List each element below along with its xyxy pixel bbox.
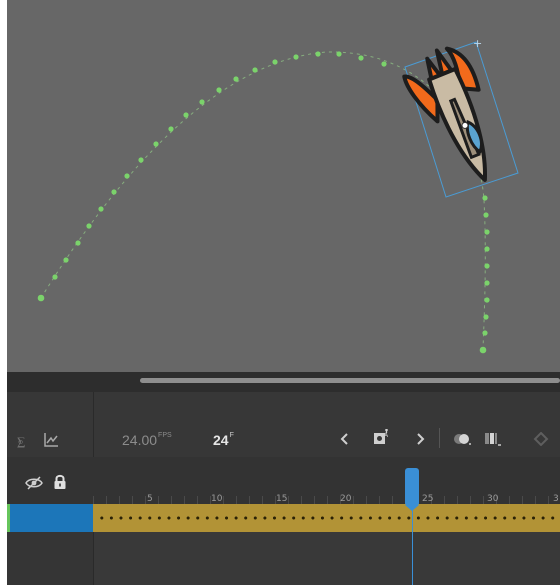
ruler-label-25: 25 — [422, 494, 434, 504]
chevron-right-icon[interactable] — [415, 432, 425, 446]
timeline-panel: ⨊ 24.00FPS 24F A 5 10 15 20 25 30 3 — [7, 392, 560, 585]
keyframe-diamond-icon[interactable] — [533, 432, 549, 446]
edit-multiple-frames-icon[interactable] — [483, 431, 503, 447]
svg-text:+: + — [473, 37, 482, 50]
ruler-label-20: 20 — [340, 494, 352, 504]
current-frame-readout[interactable]: 24F — [213, 432, 234, 448]
stage-artwork: + — [37, 37, 519, 354]
current-frame-value: 24 — [213, 432, 229, 448]
ruler-label-30: 30 — [487, 494, 499, 504]
frame-unit: F — [229, 432, 234, 439]
ruler-label-15: 15 — [276, 494, 288, 504]
fps-readout[interactable]: 24.00FPS — [122, 432, 172, 448]
layer-row-selected[interactable] — [7, 504, 93, 532]
onion-skin-icon[interactable] — [453, 432, 473, 446]
chevron-left-icon[interactable] — [340, 432, 350, 446]
ruler-label-35: 3 — [553, 494, 559, 504]
timeline-toolbar: ⨊ 24.00FPS 24F A — [7, 392, 560, 457]
insert-keyframe-icon[interactable]: A — [373, 429, 391, 447]
ruler-label-10: 10 — [211, 494, 223, 504]
svg-text:A: A — [384, 432, 389, 439]
layers-header — [7, 457, 93, 562]
stage-scroll-area — [7, 372, 560, 392]
eye-slash-icon[interactable] — [25, 476, 43, 490]
frame-ruler[interactable]: 5 10 15 20 25 30 3 — [93, 457, 560, 504]
empty-layer-area[interactable] — [7, 532, 94, 585]
fps-unit: FPS — [158, 432, 172, 439]
layer-color-marker — [7, 504, 10, 532]
ruler-label-5: 5 — [147, 494, 153, 504]
lock-icon[interactable] — [53, 474, 67, 490]
rocket-symbol[interactable] — [399, 41, 512, 194]
fps-value: 24.00 — [122, 432, 158, 448]
motion-tween-span[interactable] — [93, 504, 560, 532]
tween-frame-dots — [97, 516, 557, 520]
horizontal-scrollbar[interactable] — [140, 378, 560, 383]
app-window: + ⨊ 24.00FPS 24F A 5 10 15 20 25 30 3 — [0, 0, 560, 585]
stage-canvas[interactable]: + — [7, 0, 560, 372]
layer-parenting-icon[interactable]: ⨊ — [17, 434, 25, 449]
playhead[interactable] — [405, 468, 419, 511]
graph-icon[interactable] — [43, 432, 59, 448]
toolbar-divider — [439, 428, 440, 448]
